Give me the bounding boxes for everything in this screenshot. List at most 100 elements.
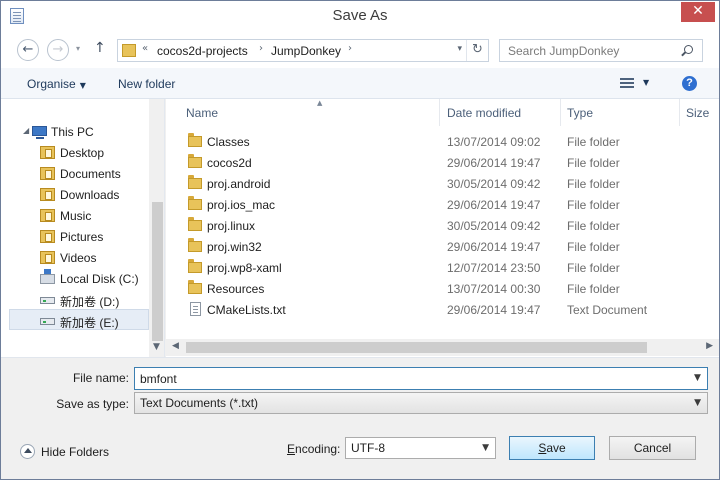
- chevron-down-icon: ▼: [79, 81, 86, 90]
- chevron-down-icon: ▼: [482, 443, 489, 453]
- nav-item-local-disk-c[interactable]: Local Disk (C:): [1, 268, 149, 289]
- file-row-proj-linux[interactable]: proj.linux 30/05/2014 09:42 File folder: [166, 215, 719, 236]
- file-row-classes[interactable]: Classes 13/07/2014 09:02 File folder: [166, 131, 719, 152]
- nav-label: Pictures: [60, 230, 104, 244]
- column-label: Date modified: [447, 106, 522, 120]
- nav-label: Desktop: [60, 146, 105, 160]
- horizontal-scrollbar[interactable]: ◀ ▶: [166, 339, 719, 356]
- column-header-name[interactable]: Name ▲: [180, 99, 440, 126]
- folder-icon: [188, 196, 202, 210]
- file-type: File folder: [567, 261, 620, 275]
- collapse-icon: [20, 444, 35, 459]
- details-view-icon[interactable]: [620, 78, 634, 89]
- file-name: CMakeLists.txt: [207, 303, 286, 317]
- folder-icon: [188, 280, 202, 294]
- folder-icon: [188, 133, 202, 147]
- organise-button[interactable]: Organise ▼: [27, 77, 86, 91]
- search-input[interactable]: Search JumpDonkey: [508, 44, 619, 58]
- window-title: Save As: [332, 7, 388, 24]
- file-list: Name ▲ Date modified Type Size Classes 1…: [166, 99, 719, 357]
- sort-ascending-icon: ▲: [317, 99, 323, 107]
- nav-item-drive-e[interactable]: 新加卷 (E:): [9, 309, 149, 330]
- encoding-label: Encoding:: [287, 442, 341, 456]
- scroll-left-arrow[interactable]: ◀: [172, 341, 179, 351]
- breadcrumb-overflow[interactable]: «: [142, 43, 148, 54]
- up-button[interactable]: ↑: [94, 40, 106, 56]
- nav-label: 新加卷 (E:): [60, 316, 119, 330]
- file-type: File folder: [567, 240, 620, 254]
- library-icon: [40, 188, 55, 201]
- file-row-cmakelists[interactable]: CMakeLists.txt 29/06/2014 19:47 Text Doc…: [166, 299, 719, 320]
- column-header-size[interactable]: Size: [680, 99, 719, 126]
- help-icon[interactable]: ?: [682, 76, 697, 91]
- command-bar: Organise ▼ New folder ▼ ?: [1, 68, 719, 99]
- address-dropdown[interactable]: ▾: [457, 44, 462, 54]
- breadcrumb-cocos2d-projects[interactable]: cocos2d-projects: [157, 44, 248, 58]
- chevron-down-icon[interactable]: ◢: [23, 126, 29, 135]
- encoding-select[interactable]: UTF-8 ▼: [345, 437, 496, 459]
- file-row-resources[interactable]: Resources 13/07/2014 00:30 File folder: [166, 278, 719, 299]
- save-as-type-value: Text Documents (*.txt): [140, 396, 259, 410]
- new-folder-button[interactable]: New folder: [118, 77, 175, 91]
- forward-button[interactable]: →: [47, 39, 69, 61]
- close-button[interactable]: ✕: [681, 2, 715, 22]
- file-type: File folder: [567, 198, 620, 212]
- file-date: 29/06/2014 19:47: [447, 198, 541, 212]
- nav-item-downloads[interactable]: Downloads: [1, 184, 149, 205]
- nav-item-pictures[interactable]: Pictures: [1, 226, 149, 247]
- address-bar[interactable]: « cocos2d-projects › JumpDonkey › ▾ ↻: [117, 39, 489, 62]
- address-row: ← → ▾ ↑ « cocos2d-projects › JumpDonkey …: [1, 32, 719, 68]
- breadcrumb-jumpdonkey[interactable]: JumpDonkey: [271, 44, 341, 58]
- file-name: proj.android: [207, 177, 271, 191]
- nav-label: Local Disk (C:): [60, 272, 139, 286]
- file-row-cocos2d[interactable]: cocos2d 29/06/2014 19:47 File folder: [166, 152, 719, 173]
- folder-icon: [188, 259, 202, 273]
- nav-label: This PC: [51, 125, 94, 139]
- library-icon: [40, 146, 55, 159]
- file-date: 29/06/2014 19:47: [447, 240, 541, 254]
- text-file-icon: [190, 302, 201, 316]
- column-header-date-modified[interactable]: Date modified: [441, 99, 561, 126]
- nav-item-videos[interactable]: Videos: [1, 247, 149, 268]
- file-name-input[interactable]: [134, 367, 708, 390]
- folder-icon: [188, 238, 202, 252]
- file-name: proj.win32: [207, 240, 262, 254]
- nav-item-desktop[interactable]: Desktop: [1, 142, 149, 163]
- search-box[interactable]: Search JumpDonkey: [499, 39, 703, 62]
- navigation-scrollbar[interactable]: ▼: [149, 99, 164, 357]
- refresh-button[interactable]: ↻: [466, 40, 488, 61]
- file-date: 13/07/2014 09:02: [447, 135, 541, 149]
- file-row-proj-wp8-xaml[interactable]: proj.wp8-xaml 12/07/2014 23:50 File fold…: [166, 257, 719, 278]
- nav-item-drive-d[interactable]: 新加卷 (D:): [1, 289, 149, 310]
- recent-locations-dropdown[interactable]: ▾: [76, 44, 80, 53]
- file-row-proj-android[interactable]: proj.android 30/05/2014 09:42 File folde…: [166, 173, 719, 194]
- save-as-type-select[interactable]: Text Documents (*.txt) ▼: [134, 392, 708, 414]
- arrow-left-icon: ←: [22, 42, 34, 57]
- save-button[interactable]: Save: [509, 436, 595, 460]
- nav-item-documents[interactable]: Documents: [1, 163, 149, 184]
- cancel-button[interactable]: Cancel: [609, 436, 696, 460]
- view-options-dropdown[interactable]: ▼: [643, 78, 649, 87]
- scroll-down-arrow[interactable]: ▼: [153, 342, 160, 352]
- file-type: File folder: [567, 282, 620, 296]
- scrollbar-thumb[interactable]: [186, 342, 647, 353]
- nav-label: 新加卷 (D:): [60, 295, 120, 309]
- file-name: proj.ios_mac: [207, 198, 276, 212]
- back-button[interactable]: ←: [17, 39, 39, 61]
- refresh-icon: ↻: [472, 42, 483, 57]
- column-label: Name: [186, 106, 219, 120]
- nav-item-music[interactable]: Music: [1, 205, 149, 226]
- scrollbar-thumb[interactable]: [152, 202, 163, 341]
- scroll-right-arrow[interactable]: ▶: [706, 341, 713, 351]
- file-row-proj-win32[interactable]: proj.win32 29/06/2014 19:47 File folder: [166, 236, 719, 257]
- library-icon: [40, 230, 55, 243]
- nav-label: Documents: [60, 167, 121, 181]
- nav-item-this-pc[interactable]: ◢ This PC: [1, 121, 149, 142]
- column-header-type[interactable]: Type: [561, 99, 680, 126]
- file-name-dropdown[interactable]: ▼: [694, 373, 701, 383]
- save-as-type-label: Save as type:: [56, 397, 129, 411]
- file-row-proj-ios-mac[interactable]: proj.ios_mac 29/06/2014 19:47 File folde…: [166, 194, 719, 215]
- breadcrumb-separator[interactable]: ›: [259, 43, 263, 54]
- chevron-down-icon: ▼: [694, 398, 701, 408]
- breadcrumb-separator[interactable]: ›: [348, 43, 352, 54]
